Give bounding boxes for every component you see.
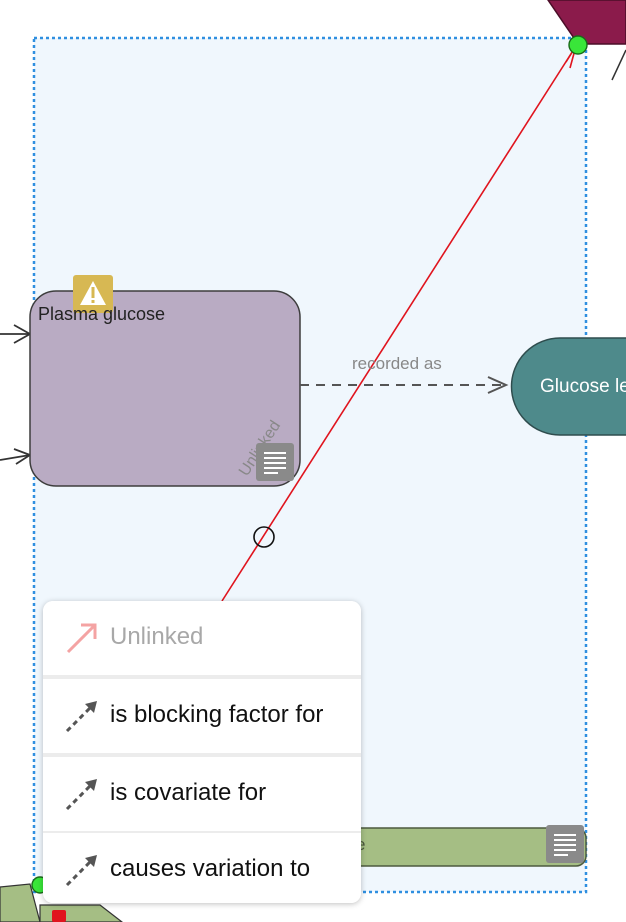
menu-item-causes-variation[interactable]: causes variation to — [43, 833, 361, 903]
link-type-context-menu: Unlinked is blocking factor for is covar… — [43, 601, 361, 903]
menu-item-covariate[interactable]: is covariate for — [43, 757, 361, 831]
dashed-arrow-icon — [65, 855, 97, 887]
dashed-arrow-icon — [65, 701, 97, 733]
menu-item-label: causes variation to — [110, 855, 311, 882]
menu-item-label: Unlinked — [110, 623, 204, 650]
edge-end-handle[interactable] — [568, 35, 588, 55]
incoming-arrow-1 — [0, 324, 32, 344]
menu-item-label: is covariate for — [110, 779, 267, 806]
red-arrow-icon — [66, 623, 97, 654]
menu-item-blocking-factor[interactable]: is blocking factor for — [43, 679, 361, 753]
incoming-arrow-2 — [0, 448, 32, 465]
top-right-edge — [611, 49, 626, 81]
menu-item-unlinked[interactable]: Unlinked — [43, 601, 361, 675]
menu-item-label: is blocking factor for — [110, 701, 324, 728]
dashed-arrow-icon — [65, 779, 97, 811]
bottom-bar-description-button[interactable] — [546, 825, 584, 863]
top-right-node[interactable] — [547, 0, 626, 45]
recorded-as-label: recorded as — [352, 354, 442, 373]
glucose-level-label: Glucose le — [540, 376, 626, 397]
link-type-icon-fragment — [52, 910, 66, 922]
plasma-glucose-description-button[interactable] — [256, 443, 294, 481]
plasma-glucose-label: Plasma glucose — [38, 304, 166, 324]
